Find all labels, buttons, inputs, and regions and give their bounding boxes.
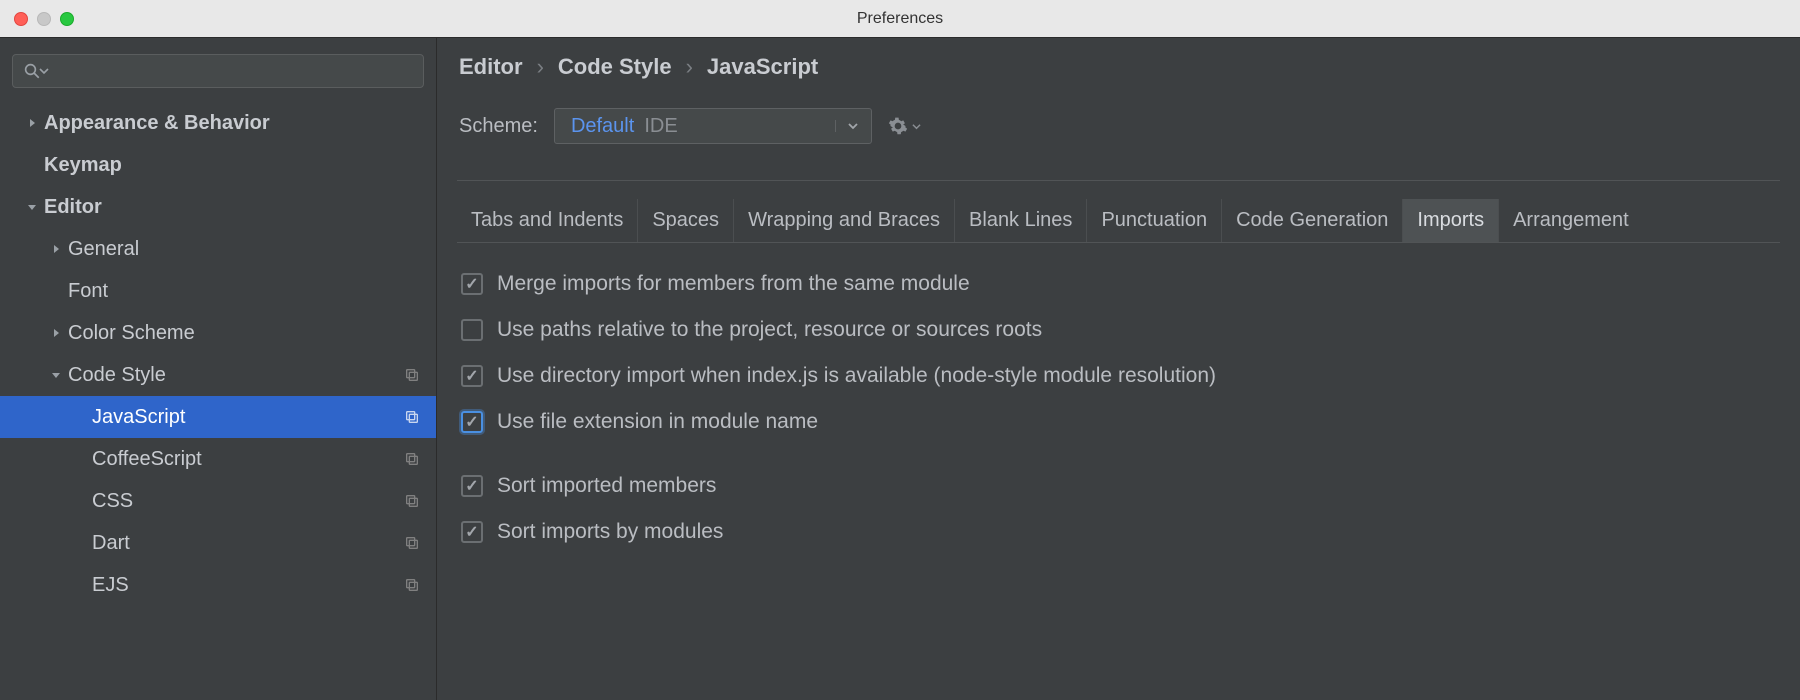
chevron-right-icon: ›	[686, 54, 693, 80]
check-row[interactable]: Merge imports for members from the same …	[461, 261, 1776, 307]
sidebar-item-editor[interactable]: Editor	[0, 186, 436, 228]
checkbox[interactable]	[461, 365, 483, 387]
chevron-down-icon	[39, 66, 49, 76]
tab-tabs-and-indents[interactable]: Tabs and Indents	[457, 199, 638, 242]
checkbox-label: Sort imports by modules	[497, 520, 723, 544]
check-row[interactable]: Sort imports by modules	[461, 509, 1776, 555]
sidebar-item-label: Color Scheme	[68, 322, 195, 345]
sidebar-item-label: Appearance & Behavior	[44, 112, 270, 135]
chevron-right-icon: ›	[537, 54, 544, 80]
checkbox[interactable]	[461, 273, 483, 295]
arrow-down-icon	[44, 370, 68, 380]
scheme-scope: IDE	[644, 115, 677, 138]
search-box[interactable]	[12, 54, 424, 88]
search-input[interactable]	[55, 62, 413, 80]
sidebar-item-label: Code Style	[68, 364, 166, 387]
gear-icon	[888, 116, 908, 136]
breadcrumb-part[interactable]: Code Style	[558, 54, 672, 80]
titlebar: Preferences	[0, 0, 1800, 38]
tabs: Tabs and IndentsSpacesWrapping and Brace…	[457, 199, 1780, 243]
tab-wrapping-and-braces[interactable]: Wrapping and Braces	[734, 199, 955, 242]
check-row[interactable]: Sort imported members	[461, 463, 1776, 509]
checkbox-label: Sort imported members	[497, 474, 716, 498]
scheme-select[interactable]: Default IDE	[554, 108, 872, 144]
sidebar-item-appearance-behavior[interactable]: Appearance & Behavior	[0, 102, 436, 144]
sidebar-item-label: Font	[68, 280, 108, 303]
sidebar-item-label: General	[68, 238, 139, 261]
checkbox[interactable]	[461, 319, 483, 341]
checklist: Merge imports for members from the same …	[457, 243, 1780, 573]
checkbox-label: Use directory import when index.js is av…	[497, 364, 1216, 388]
arrow-right-icon	[44, 244, 68, 254]
checkbox[interactable]	[461, 411, 483, 433]
copy-icon	[404, 451, 420, 467]
checkbox-label: Use paths relative to the project, resou…	[497, 318, 1042, 342]
sidebar-item-dart[interactable]: Dart	[0, 522, 436, 564]
window-maximize-button[interactable]	[60, 12, 74, 26]
check-row[interactable]: Use directory import when index.js is av…	[461, 353, 1776, 399]
arrow-right-icon	[44, 328, 68, 338]
sidebar: Appearance & Behavior Keymap Editor General…	[0, 38, 437, 700]
window-minimize-button[interactable]	[37, 12, 51, 26]
copy-icon	[404, 493, 420, 509]
scheme-actions-button[interactable]	[888, 116, 921, 136]
breadcrumb: Editor › Code Style › JavaScript	[457, 54, 1780, 80]
tab-imports[interactable]: Imports	[1403, 199, 1499, 242]
sidebar-item-label: EJS	[92, 574, 129, 597]
tab-code-generation[interactable]: Code Generation	[1222, 199, 1403, 242]
scheme-dropdown-button[interactable]	[835, 120, 871, 132]
arrow-down-icon	[20, 202, 44, 212]
checkbox-label: Merge imports for members from the same …	[497, 272, 970, 296]
check-row[interactable]: Use file extension in module name	[461, 399, 1776, 445]
sidebar-item-font[interactable]: Font	[0, 270, 436, 312]
tab-arrangement[interactable]: Arrangement	[1499, 199, 1643, 242]
divider	[457, 180, 1780, 181]
scheme-value: Default IDE	[555, 115, 835, 138]
copy-icon	[404, 577, 420, 593]
checkbox[interactable]	[461, 475, 483, 497]
sidebar-item-general[interactable]: General	[0, 228, 436, 270]
breadcrumb-part[interactable]: Editor	[459, 54, 523, 80]
sidebar-item-color-scheme[interactable]: Color Scheme	[0, 312, 436, 354]
sidebar-item-css[interactable]: CSS	[0, 480, 436, 522]
copy-icon	[404, 535, 420, 551]
tab-blank-lines[interactable]: Blank Lines	[955, 199, 1087, 242]
scheme-name: Default	[571, 115, 634, 138]
copy-icon	[404, 409, 420, 425]
copy-icon	[404, 367, 420, 383]
sidebar-item-code-style[interactable]: Code Style	[0, 354, 436, 396]
sidebar-item-label: JavaScript	[92, 406, 185, 429]
sidebar-item-keymap[interactable]: Keymap	[0, 144, 436, 186]
sidebar-item-ejs[interactable]: EJS	[0, 564, 436, 606]
window-title: Preferences	[857, 10, 943, 28]
check-row[interactable]: Use paths relative to the project, resou…	[461, 307, 1776, 353]
arrow-right-icon	[20, 118, 44, 128]
sidebar-item-label: CSS	[92, 490, 133, 513]
sidebar-item-label: CoffeeScript	[92, 448, 202, 471]
checkbox[interactable]	[461, 521, 483, 543]
checkbox-label: Use file extension in module name	[497, 410, 818, 434]
tab-spaces[interactable]: Spaces	[638, 199, 734, 242]
chevron-down-icon	[912, 122, 921, 131]
breadcrumb-part[interactable]: JavaScript	[707, 54, 818, 80]
main-panel: Editor › Code Style › JavaScript Scheme:…	[437, 38, 1800, 700]
sidebar-item-coffeescript[interactable]: CoffeeScript	[0, 438, 436, 480]
sidebar-item-javascript[interactable]: JavaScript	[0, 396, 436, 438]
scheme-label: Scheme:	[459, 115, 538, 138]
sidebar-tree: Appearance & Behavior Keymap Editor General…	[0, 102, 436, 700]
traffic-lights	[0, 12, 74, 26]
sidebar-item-label: Keymap	[44, 154, 122, 177]
sidebar-item-label: Editor	[44, 196, 102, 219]
window-close-button[interactable]	[14, 12, 28, 26]
tab-punctuation[interactable]: Punctuation	[1087, 199, 1222, 242]
sidebar-item-label: Dart	[92, 532, 130, 555]
scheme-row: Scheme: Default IDE	[457, 108, 1780, 144]
